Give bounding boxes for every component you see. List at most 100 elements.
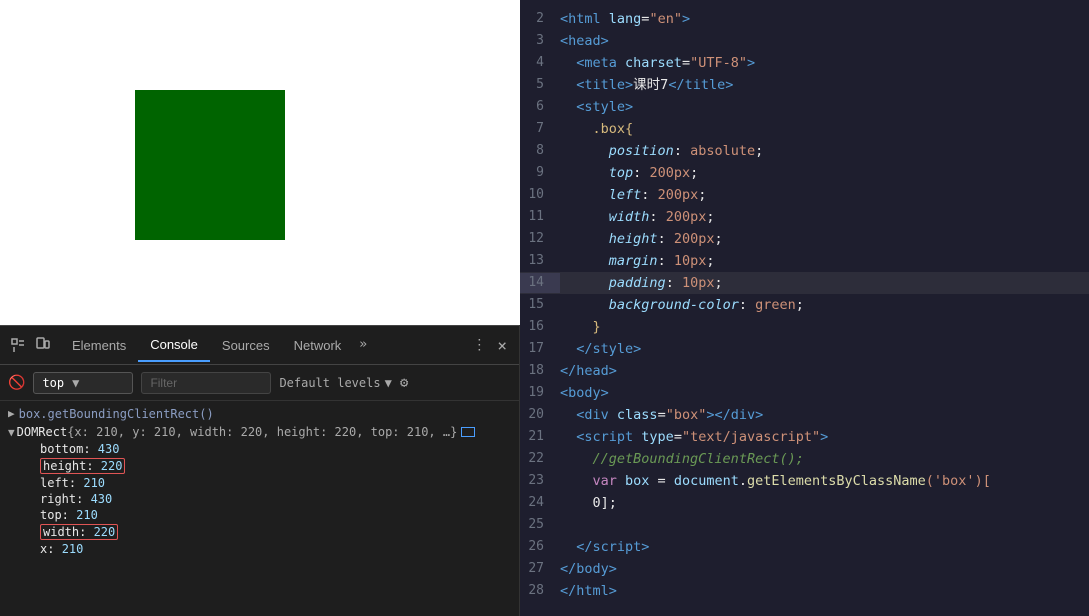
line-number: 15 <box>520 295 560 315</box>
line-number: 19 <box>520 383 560 403</box>
line-content: } <box>560 317 601 337</box>
console-filter-bar: 🚫 top ▼ Default levels ▼ ⚙ <box>0 365 519 401</box>
line-number: 11 <box>520 207 560 227</box>
line-content: padding: 10px; <box>560 273 723 293</box>
line-number: 21 <box>520 427 560 447</box>
line-number: 13 <box>520 251 560 271</box>
line-number: 14 <box>520 273 560 293</box>
tab-sources[interactable]: Sources <box>210 329 282 362</box>
code-line-5: 5 <title>课时7</title> <box>520 74 1089 96</box>
line-number: 2 <box>520 9 560 29</box>
code-line-11: 11 width: 200px; <box>520 206 1089 228</box>
code-line-16: 16 } <box>520 316 1089 338</box>
line-number: 7 <box>520 119 560 139</box>
tab-network[interactable]: Network <box>282 329 354 362</box>
right-panel: 2<html lang="en">3<head>4 <meta charset=… <box>520 0 1089 616</box>
line-content: var box = document.getElementsByClassNam… <box>560 471 991 491</box>
code-line-12: 12 height: 200px; <box>520 228 1089 250</box>
line-number: 26 <box>520 537 560 557</box>
filter-input[interactable] <box>141 372 271 394</box>
domrect-inline-value: {x: 210, y: 210, width: 220, height: 220… <box>67 425 457 439</box>
preview-area <box>0 0 520 325</box>
line-content: </head> <box>560 361 617 381</box>
line-content: <script type="text/javascript"> <box>560 427 828 447</box>
code-line-20: 20 <div class="box"></div> <box>520 404 1089 426</box>
line-content: width: 200px; <box>560 207 714 227</box>
code-line-28: 28</html> <box>520 580 1089 602</box>
line-content: <body> <box>560 383 609 403</box>
line-number: 27 <box>520 559 560 579</box>
tab-console[interactable]: Console <box>138 329 210 362</box>
console-output: ▶ box.getBoundingClientRect() ▼ DOMRect … <box>0 401 519 616</box>
code-line-21: 21 <script type="text/javascript"> <box>520 426 1089 448</box>
default-levels-label: Default levels <box>279 376 380 390</box>
line-number: 22 <box>520 449 560 469</box>
line-content: </html> <box>560 581 617 601</box>
code-line-23: 23 var box = document.getElementsByClass… <box>520 470 1089 492</box>
line-content: <html lang="en"> <box>560 9 690 29</box>
more-tabs-icon[interactable]: » <box>353 329 373 362</box>
line-number: 18 <box>520 361 560 381</box>
call-arrow-icon: ▶ <box>8 407 15 420</box>
line-content: 0]; <box>560 493 617 513</box>
code-line-4: 4 <meta charset="UTF-8"> <box>520 52 1089 74</box>
code-line-15: 15 background-color: green; <box>520 294 1089 316</box>
code-line-26: 26 </script> <box>520 536 1089 558</box>
code-line-2: 2<html lang="en"> <box>520 8 1089 30</box>
code-line-3: 3<head> <box>520 30 1089 52</box>
close-devtools-button[interactable]: × <box>493 332 511 359</box>
code-line-18: 18</head> <box>520 360 1089 382</box>
code-line-7: 7 .box{ <box>520 118 1089 140</box>
line-number: 6 <box>520 97 560 117</box>
width-highlight: width: 220 <box>40 524 118 540</box>
line-number: 8 <box>520 141 560 161</box>
inspect-icon[interactable] <box>8 335 28 355</box>
settings-gear-icon[interactable]: ⚙ <box>400 375 408 391</box>
code-line-19: 19<body> <box>520 382 1089 404</box>
code-line-13: 13 margin: 10px; <box>520 250 1089 272</box>
code-line-14: 14 padding: 10px; <box>520 272 1089 294</box>
line-content: <title>课时7</title> <box>560 75 733 95</box>
domrect-props: bottom: 430 height: 220 left: 210 right:… <box>8 441 511 557</box>
green-box <box>135 90 285 240</box>
line-number: 9 <box>520 163 560 183</box>
line-content: </style> <box>560 339 641 359</box>
code-line-24: 24 0]; <box>520 492 1089 514</box>
line-content: position: absolute; <box>560 141 763 161</box>
code-line-8: 8 position: absolute; <box>520 140 1089 162</box>
prop-right: right: 430 <box>40 491 511 507</box>
line-content: </script> <box>560 537 649 557</box>
line-content: .box{ <box>560 119 633 139</box>
line-content <box>560 515 568 535</box>
code-line-25: 25 <box>520 514 1089 536</box>
device-icon[interactable] <box>32 335 52 355</box>
line-number: 16 <box>520 317 560 337</box>
line-content: background-color: green; <box>560 295 804 315</box>
line-number: 17 <box>520 339 560 359</box>
line-number: 10 <box>520 185 560 205</box>
line-number: 3 <box>520 31 560 51</box>
devtools-tabs: Elements Console Sources Network » <box>60 329 373 362</box>
code-line-17: 17 </style> <box>520 338 1089 360</box>
code-line-22: 22 //getBoundingClientRect(); <box>520 448 1089 470</box>
prop-top: top: 210 <box>40 507 511 523</box>
line-number: 5 <box>520 75 560 95</box>
three-dot-menu[interactable]: ⋮ <box>469 335 489 355</box>
levels-arrow-icon: ▼ <box>385 376 392 390</box>
default-levels-dropdown[interactable]: Default levels ▼ <box>279 376 391 390</box>
line-number: 24 <box>520 493 560 513</box>
tab-elements[interactable]: Elements <box>60 329 138 362</box>
code-line-6: 6 <style> <box>520 96 1089 118</box>
prop-height: height: 220 <box>40 457 511 475</box>
domrect-expand-icon[interactable]: ▼ <box>8 426 15 439</box>
console-call-line: ▶ box.getBoundingClientRect() <box>8 405 511 423</box>
dropdown-arrow-icon: ▼ <box>72 376 79 390</box>
code-line-27: 27</body> <box>520 558 1089 580</box>
console-prompt-label: top <box>42 376 64 390</box>
line-number: 28 <box>520 581 560 601</box>
prop-left: left: 210 <box>40 475 511 491</box>
clear-console-icon[interactable]: 🚫 <box>8 375 25 391</box>
domrect-label: DOMRect <box>17 425 68 439</box>
console-prompt-dropdown[interactable]: top ▼ <box>33 372 133 394</box>
line-content: <meta charset="UTF-8"> <box>560 53 755 73</box>
